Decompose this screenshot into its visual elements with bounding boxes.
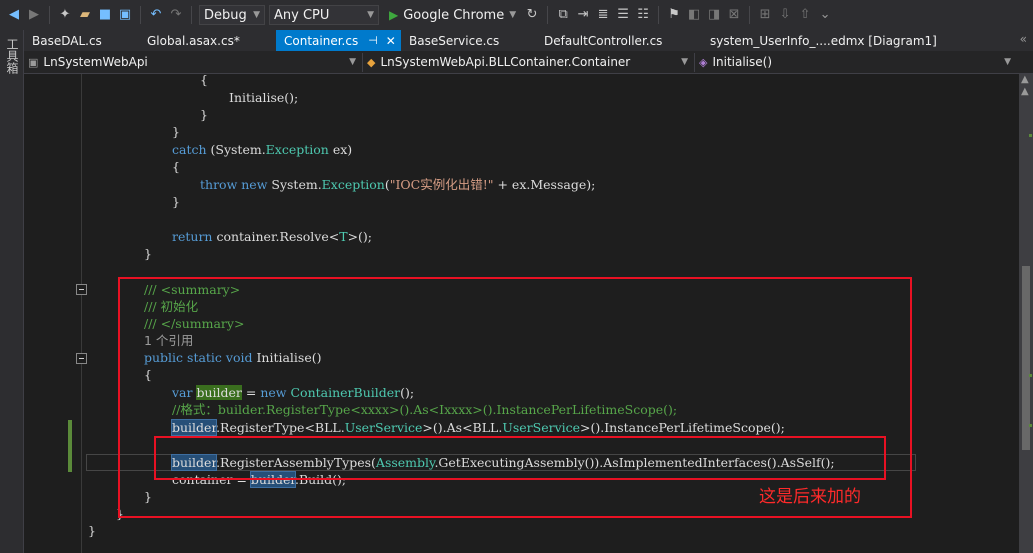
scroll-marker <box>1029 134 1032 137</box>
code-line: } <box>88 523 96 538</box>
toolbar-separator <box>658 6 660 24</box>
clear-bookmarks-icon[interactable]: ⊠ <box>726 7 742 23</box>
code-line: } <box>144 246 152 261</box>
toolbar-separator <box>140 6 141 24</box>
code-line: } <box>200 107 208 122</box>
scroll-marker <box>1029 424 1032 427</box>
project-name: LnSystemWebApi <box>43 55 148 69</box>
method-icon: ◈ <box>699 55 708 69</box>
change-marker <box>68 454 72 472</box>
back-icon[interactable]: ◀ <box>6 7 22 23</box>
navigation-bar: ▣ LnSystemWebApi ▼ ◆ LnSystemWebApi.BLLCon… <box>24 51 1033 74</box>
change-marker <box>68 420 72 456</box>
scroll-up-icon[interactable]: ▲ <box>1021 74 1029 85</box>
run-target-label: Google Chrome <box>403 7 505 23</box>
collapse-toggle[interactable] <box>76 284 87 295</box>
tab-label: Global.asax.cs* <box>147 33 240 48</box>
tab-label: Container.cs <box>284 33 359 48</box>
prev-bookmark-icon[interactable]: ◧ <box>686 7 702 23</box>
collapse-toggle[interactable] <box>76 353 87 364</box>
comment-icon[interactable]: ☰ <box>615 7 631 23</box>
scrollbar-thumb[interactable] <box>1022 266 1030 450</box>
chevron-down-icon: ▼ <box>509 10 517 20</box>
overflow-icon[interactable]: ⌄ <box>817 7 833 23</box>
class-icon: ◆ <box>367 55 376 69</box>
platform-select[interactable]: Any CPU ▼ <box>269 5 379 25</box>
csharp-project-icon: ▣ <box>28 55 39 69</box>
type-dropdown[interactable]: ◆ LnSystemWebApi.BLLContainer.Container ▼ <box>363 52 695 72</box>
annotation-note: 这是后来加的 <box>759 487 861 507</box>
refresh-icon[interactable]: ↻ <box>524 7 540 23</box>
chevron-down-icon: ▼ <box>367 10 374 20</box>
code-line: } <box>172 124 180 139</box>
format-icon[interactable]: ≣ <box>595 7 611 23</box>
uncomment-icon[interactable]: ☷ <box>635 7 651 23</box>
tab-label: system_UserInfo_....edmx [Diagram1] <box>710 33 937 48</box>
chevron-down-icon: ▼ <box>1004 57 1011 67</box>
code-line: throw new System.Exception("IOC实例化出错!" +… <box>200 177 596 192</box>
browser-link-icon[interactable]: ⧉ <box>555 7 571 23</box>
tab-defaultcontroller[interactable]: DefaultController.cs <box>536 30 702 51</box>
step-icon[interactable]: ⇥ <box>575 7 591 23</box>
document-tabs: BaseDAL.cs Global.asax.cs* Container.cs … <box>24 30 1033 51</box>
toolbar: ◀ ▶ ✦ ▰ ■ ▣ ↶ ↷ Debug ▼ Any CPU ▼ ▶ Goog… <box>0 0 1033 30</box>
toolbar-separator <box>49 6 50 24</box>
platform-value: Any CPU <box>274 7 330 23</box>
tab-basedal[interactable]: BaseDAL.cs <box>24 30 139 51</box>
tab-edmx-diagram[interactable]: system_UserInfo_....edmx [Diagram1] <box>702 30 952 51</box>
tab-container[interactable]: Container.cs ⊣ ✕ <box>276 30 401 51</box>
save-icon[interactable]: ■ <box>97 7 113 23</box>
code-line: } <box>172 194 180 209</box>
toolbar-separator <box>749 6 751 24</box>
play-icon: ▶ <box>389 8 399 22</box>
attach-icon[interactable]: ⊞ <box>757 7 773 23</box>
step-down-icon[interactable]: ⇩ <box>777 7 793 23</box>
toolbox-strip: 工具箱 <box>0 30 24 553</box>
code-line: { <box>200 74 208 87</box>
project-dropdown[interactable]: ▣ LnSystemWebApi ▼ <box>24 52 363 72</box>
solution-config-select[interactable]: Debug ▼ <box>199 5 265 25</box>
split-icon[interactable]: ▲ <box>1021 86 1029 97</box>
code-line: Initialise(); <box>229 90 299 105</box>
vertical-scrollbar[interactable]: ▲ ▲ <box>1019 74 1033 553</box>
undo-icon[interactable]: ↶ <box>148 7 164 23</box>
toolbar-separator <box>547 6 549 24</box>
tab-label: BaseDAL.cs <box>32 33 102 48</box>
annotation-box-added-line <box>154 436 886 480</box>
pin-icon[interactable]: ⊣ <box>368 34 378 47</box>
scroll-marker <box>1029 374 1032 377</box>
start-debugging-button[interactable]: ▶ Google Chrome ▼ <box>389 8 516 23</box>
forward-icon[interactable]: ▶ <box>26 7 42 23</box>
tab-label: DefaultController.cs <box>544 33 663 48</box>
tab-overflow-icon[interactable]: « <box>1020 32 1027 46</box>
toolbox-tab[interactable]: 工具箱 <box>5 38 19 74</box>
chevron-down-icon: ▼ <box>681 57 688 67</box>
chevron-down-icon: ▼ <box>349 57 356 67</box>
member-dropdown[interactable]: ◈ Initialise() ▼ <box>695 53 1017 72</box>
step-up-icon[interactable]: ⇧ <box>797 7 813 23</box>
code-line: { <box>172 159 180 174</box>
new-project-icon[interactable]: ✦ <box>57 7 73 23</box>
close-icon[interactable]: ✕ <box>386 34 396 48</box>
tab-label: BaseService.cs <box>409 33 500 48</box>
tab-baseservice[interactable]: BaseService.cs <box>401 30 536 51</box>
redo-icon[interactable]: ↷ <box>168 7 184 23</box>
bookmark-icon[interactable]: ⚑ <box>666 7 682 23</box>
type-name: LnSystemWebApi.BLLContainer.Container <box>380 55 631 69</box>
solution-config-value: Debug <box>204 7 247 23</box>
tab-global-asax[interactable]: Global.asax.cs* <box>139 30 276 51</box>
save-all-icon[interactable]: ▣ <box>117 7 133 23</box>
toolbar-separator <box>191 6 192 24</box>
code-line: catch (System.Exception ex) <box>172 142 353 157</box>
outline-guide <box>81 74 82 553</box>
chevron-down-icon: ▼ <box>253 10 260 20</box>
next-bookmark-icon[interactable]: ◨ <box>706 7 722 23</box>
member-name: Initialise() <box>712 55 773 69</box>
open-folder-icon[interactable]: ▰ <box>77 7 93 23</box>
code-editor[interactable]: { Initialise(); } } catch (System.Except… <box>24 74 1019 553</box>
code-line: return container.Resolve<T>(); <box>172 229 373 244</box>
